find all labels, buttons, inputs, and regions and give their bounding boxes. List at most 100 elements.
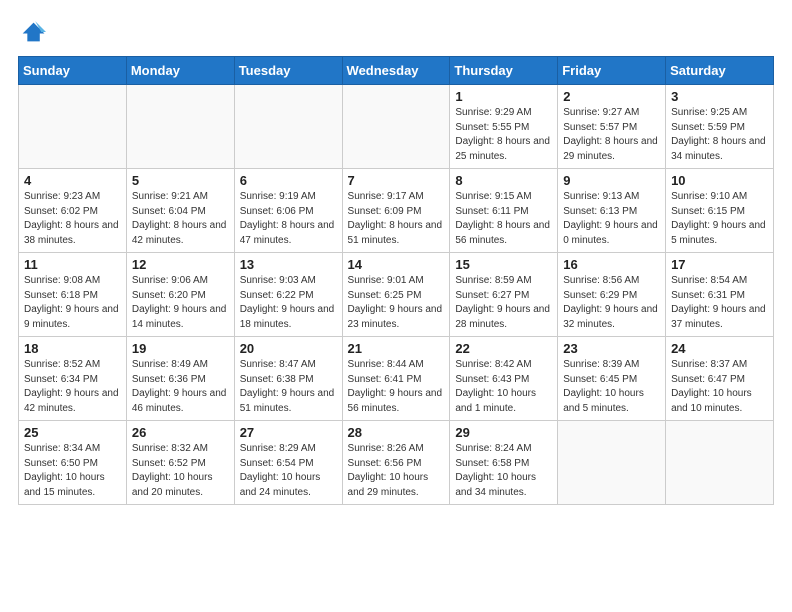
- calendar-cell: 24 Sunrise: 8:37 AMSunset: 6:47 PMDayligh…: [666, 337, 774, 421]
- day-info: Sunrise: 8:39 AMSunset: 6:45 PMDaylight:…: [563, 358, 660, 416]
- calendar-cell: 11 Sunrise: 9:08 AMSunset: 6:18 PMDayligh…: [19, 253, 127, 337]
- calendar-cell: 1Sunrise: 9:29 AMSunset: 5:55 PMDaylight…: [450, 85, 558, 169]
- calendar-cell: 28Sunrise: 8:26 AMSunset: 6:56 PMDayligh…: [342, 421, 450, 505]
- weekday-header-thursday: Thursday: [450, 57, 558, 85]
- day-info: Sunrise: 9:06 AMSunset: 6:20 PMDaylight:…: [132, 274, 229, 332]
- day-info: Sunrise: 9:17 AMSunset: 6:09 PMDaylight:…: [348, 190, 445, 248]
- day-number: 29: [455, 425, 552, 440]
- day-number: 13: [240, 257, 337, 272]
- day-info: Sunrise: 8:32 AMSunset: 6:52 PMDaylight:…: [132, 442, 229, 500]
- day-info: Sunrise: 9:19 AMSunset: 6:06 PMDaylight:…: [240, 190, 337, 248]
- day-info: Sunrise: 9:08 AMSunset: 6:18 PMDaylight:…: [24, 274, 121, 332]
- calendar-cell: 13 Sunrise: 9:03 AMSunset: 6:22 PMDayligh…: [234, 253, 342, 337]
- day-number: 26: [132, 425, 229, 440]
- day-info: Sunrise: 8:54 AMSunset: 6:31 PMDaylight:…: [671, 274, 768, 332]
- calendar-cell: 20 Sunrise: 8:47 AMSunset: 6:38 PMDayligh…: [234, 337, 342, 421]
- day-number: 24: [671, 341, 768, 356]
- week-row-3: 11 Sunrise: 9:08 AMSunset: 6:18 PMDayligh…: [19, 253, 774, 337]
- calendar-cell: 7 Sunrise: 9:17 AMSunset: 6:09 PMDaylight…: [342, 169, 450, 253]
- page: SundayMondayTuesdayWednesdayThursdayFrid…: [0, 0, 792, 612]
- week-row-2: 4 Sunrise: 9:23 AMSunset: 6:02 PMDaylight…: [19, 169, 774, 253]
- weekday-header-wednesday: Wednesday: [342, 57, 450, 85]
- day-info: Sunrise: 8:52 AMSunset: 6:34 PMDaylight:…: [24, 358, 121, 416]
- day-number: 9: [563, 173, 660, 188]
- day-number: 28: [348, 425, 445, 440]
- day-number: 18: [24, 341, 121, 356]
- day-info: Sunrise: 9:03 AMSunset: 6:22 PMDaylight:…: [240, 274, 337, 332]
- day-number: 8: [455, 173, 552, 188]
- day-info: Sunrise: 8:59 AMSunset: 6:27 PMDaylight:…: [455, 274, 552, 332]
- logo: [18, 18, 50, 46]
- day-info: Sunrise: 8:47 AMSunset: 6:38 PMDaylight:…: [240, 358, 337, 416]
- day-info: Sunrise: 9:15 AMSunset: 6:11 PMDaylight:…: [455, 190, 552, 248]
- calendar-cell: 26 Sunrise: 8:32 AMSunset: 6:52 PMDayligh…: [126, 421, 234, 505]
- calendar-cell: 22Sunrise: 8:42 AMSunset: 6:43 PMDayligh…: [450, 337, 558, 421]
- day-info: Sunrise: 9:01 AMSunset: 6:25 PMDaylight:…: [348, 274, 445, 332]
- calendar-cell: [666, 421, 774, 505]
- day-number: 23: [563, 341, 660, 356]
- calendar-cell: 6 Sunrise: 9:19 AMSunset: 6:06 PMDaylight…: [234, 169, 342, 253]
- day-info: Sunrise: 8:29 AMSunset: 6:54 PMDaylight:…: [240, 442, 337, 500]
- day-number: 16: [563, 257, 660, 272]
- day-number: 4: [24, 173, 121, 188]
- day-info: Sunrise: 8:56 AMSunset: 6:29 PMDaylight:…: [563, 274, 660, 332]
- day-number: 2: [563, 89, 660, 104]
- day-info: Sunrise: 8:42 AMSunset: 6:43 PMDaylight:…: [455, 358, 552, 416]
- logo-icon: [18, 18, 46, 46]
- header: [18, 18, 774, 46]
- weekday-header-friday: Friday: [558, 57, 666, 85]
- calendar-table: SundayMondayTuesdayWednesdayThursdayFrid…: [18, 56, 774, 505]
- day-number: 12: [132, 257, 229, 272]
- weekday-header-sunday: Sunday: [19, 57, 127, 85]
- calendar-cell: 19 Sunrise: 8:49 AMSunset: 6:36 PMDayligh…: [126, 337, 234, 421]
- calendar-cell: 8 Sunrise: 9:15 AMSunset: 6:11 PMDaylight…: [450, 169, 558, 253]
- calendar-cell: 21 Sunrise: 8:44 AMSunset: 6:41 PMDayligh…: [342, 337, 450, 421]
- calendar-cell: [19, 85, 127, 169]
- day-info: Sunrise: 9:21 AMSunset: 6:04 PMDaylight:…: [132, 190, 229, 248]
- day-info: Sunrise: 8:37 AMSunset: 6:47 PMDaylight:…: [671, 358, 768, 416]
- calendar-cell: 9Sunrise: 9:13 AMSunset: 6:13 PMDaylight…: [558, 169, 666, 253]
- calendar-cell: 29 Sunrise: 8:24 AMSunset: 6:58 PMDayligh…: [450, 421, 558, 505]
- calendar-cell: 12 Sunrise: 9:06 AMSunset: 6:20 PMDayligh…: [126, 253, 234, 337]
- week-row-4: 18 Sunrise: 8:52 AMSunset: 6:34 PMDayligh…: [19, 337, 774, 421]
- day-number: 20: [240, 341, 337, 356]
- calendar-cell: 16 Sunrise: 8:56 AMSunset: 6:29 PMDayligh…: [558, 253, 666, 337]
- day-info: Sunrise: 8:49 AMSunset: 6:36 PMDaylight:…: [132, 358, 229, 416]
- day-info: Sunrise: 8:34 AMSunset: 6:50 PMDaylight:…: [24, 442, 121, 500]
- day-info: Sunrise: 9:10 AMSunset: 6:15 PMDaylight:…: [671, 190, 768, 248]
- day-number: 21: [348, 341, 445, 356]
- day-info: Sunrise: 9:25 AMSunset: 5:59 PMDaylight:…: [671, 106, 768, 164]
- calendar-cell: 5Sunrise: 9:21 AMSunset: 6:04 PMDaylight…: [126, 169, 234, 253]
- calendar-cell: 4 Sunrise: 9:23 AMSunset: 6:02 PMDaylight…: [19, 169, 127, 253]
- day-info: Sunrise: 9:23 AMSunset: 6:02 PMDaylight:…: [24, 190, 121, 248]
- day-number: 14: [348, 257, 445, 272]
- week-row-1: 1Sunrise: 9:29 AMSunset: 5:55 PMDaylight…: [19, 85, 774, 169]
- calendar-cell: [126, 85, 234, 169]
- day-number: 15: [455, 257, 552, 272]
- calendar-cell: 23 Sunrise: 8:39 AMSunset: 6:45 PMDayligh…: [558, 337, 666, 421]
- day-number: 7: [348, 173, 445, 188]
- day-number: 3: [671, 89, 768, 104]
- day-number: 6: [240, 173, 337, 188]
- calendar-cell: [558, 421, 666, 505]
- day-info: Sunrise: 8:44 AMSunset: 6:41 PMDaylight:…: [348, 358, 445, 416]
- day-number: 17: [671, 257, 768, 272]
- day-number: 10: [671, 173, 768, 188]
- day-number: 27: [240, 425, 337, 440]
- weekday-header-row: SundayMondayTuesdayWednesdayThursdayFrid…: [19, 57, 774, 85]
- day-info: Sunrise: 8:24 AMSunset: 6:58 PMDaylight:…: [455, 442, 552, 500]
- day-number: 25: [24, 425, 121, 440]
- day-info: Sunrise: 9:27 AMSunset: 5:57 PMDaylight:…: [563, 106, 660, 164]
- calendar-cell: 3 Sunrise: 9:25 AMSunset: 5:59 PMDaylight…: [666, 85, 774, 169]
- calendar-cell: 27 Sunrise: 8:29 AMSunset: 6:54 PMDayligh…: [234, 421, 342, 505]
- day-number: 11: [24, 257, 121, 272]
- calendar-cell: 14 Sunrise: 9:01 AMSunset: 6:25 PMDayligh…: [342, 253, 450, 337]
- weekday-header-saturday: Saturday: [666, 57, 774, 85]
- week-row-5: 25 Sunrise: 8:34 AMSunset: 6:50 PMDayligh…: [19, 421, 774, 505]
- calendar-cell: 10 Sunrise: 9:10 AMSunset: 6:15 PMDayligh…: [666, 169, 774, 253]
- calendar-cell: [234, 85, 342, 169]
- day-number: 19: [132, 341, 229, 356]
- calendar-cell: [342, 85, 450, 169]
- day-number: 1: [455, 89, 552, 104]
- calendar-cell: 25 Sunrise: 8:34 AMSunset: 6:50 PMDayligh…: [19, 421, 127, 505]
